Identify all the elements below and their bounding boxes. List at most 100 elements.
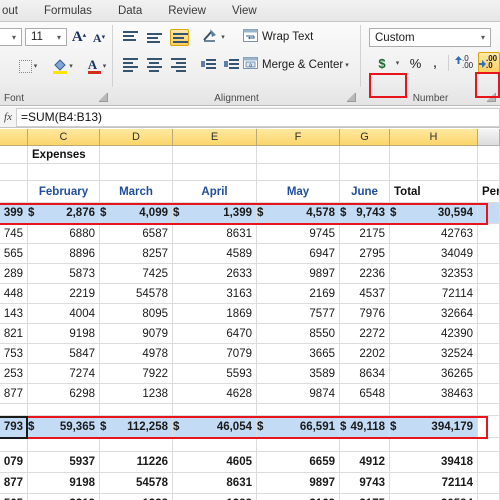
header-march[interactable]: March: [100, 181, 173, 203]
cell-e[interactable]: [173, 146, 257, 164]
cell-h[interactable]: [390, 438, 478, 452]
cell-f[interactable]: [257, 438, 340, 452]
cell-b[interactable]: 745: [0, 224, 28, 244]
cell-april[interactable]: 1399: [173, 494, 257, 500]
cell-april[interactable]: 4628: [173, 384, 257, 404]
tab-data[interactable]: Data: [105, 1, 155, 21]
cell-d[interactable]: [100, 164, 173, 181]
cell-june[interactable]: 7976: [340, 304, 390, 324]
increase-indent-button[interactable]: [221, 55, 242, 74]
cell-i[interactable]: [478, 384, 500, 404]
cell-total[interactable]: 42390: [390, 324, 478, 344]
cell-march[interactable]: 1238: [100, 494, 173, 500]
cell-june[interactable]: 2175: [340, 224, 390, 244]
cell-may[interactable]: 9745: [257, 224, 340, 244]
font-dialog-launcher[interactable]: [99, 93, 108, 102]
shrink-font-icon[interactable]: A ▾: [90, 28, 108, 48]
cell-february[interactable]: 2219: [28, 284, 100, 304]
column-header-f[interactable]: F: [257, 129, 340, 146]
borders-button[interactable]: ▾: [13, 56, 43, 76]
accounting-format-dropdown[interactable]: ▾: [391, 53, 402, 73]
cell-total[interactable]: $30,594: [390, 203, 478, 224]
cell-may[interactable]: 7577: [257, 304, 340, 324]
font-name-combo[interactable]: ▾: [0, 28, 22, 46]
font-color-button[interactable]: A ▾: [82, 56, 112, 76]
comma-style-button[interactable]: ,: [426, 53, 444, 73]
total-cell-total[interactable]: $394,179: [390, 416, 478, 438]
header-total[interactable]: Total: [390, 181, 478, 203]
cell-b[interactable]: [0, 164, 28, 181]
cell-b[interactable]: 289: [0, 264, 28, 284]
header-june[interactable]: June: [340, 181, 390, 203]
cell-march[interactable]: 54578: [100, 284, 173, 304]
cell-april[interactable]: 7079: [173, 344, 257, 364]
cell-june[interactable]: 8634: [340, 364, 390, 384]
align-bottom-button[interactable]: [168, 26, 191, 48]
cell-h[interactable]: [390, 403, 478, 416]
total-cell-b[interactable]: 793: [0, 416, 28, 438]
cell-f[interactable]: [257, 164, 340, 181]
column-header-h[interactable]: H: [390, 129, 478, 146]
cell-e[interactable]: [173, 164, 257, 181]
cell-b[interactable]: 821: [0, 324, 28, 344]
cell-april[interactable]: $1,399: [173, 203, 257, 224]
tab-formulas[interactable]: Formulas: [31, 1, 105, 21]
decrease-decimal-button[interactable]: .00 .0: [478, 52, 500, 73]
align-top-button[interactable]: [120, 28, 141, 47]
total-cell-february[interactable]: $59,365: [28, 416, 100, 438]
tab-review[interactable]: Review: [155, 1, 219, 21]
cell-c-expenses-title[interactable]: Expenses: [28, 146, 100, 164]
cell-june[interactable]: 2175: [340, 494, 390, 500]
cell-may[interactable]: $4,578: [257, 203, 340, 224]
cell-g[interactable]: [340, 164, 390, 181]
cell-may[interactable]: 6947: [257, 244, 340, 264]
cell-may[interactable]: 3665: [257, 344, 340, 364]
cell-march[interactable]: 7922: [100, 364, 173, 384]
tab-page-layout[interactable]: out: [0, 1, 31, 21]
header-may[interactable]: May: [257, 181, 340, 203]
alignment-dialog-launcher[interactable]: [347, 93, 356, 102]
cell-april[interactable]: 8631: [173, 224, 257, 244]
cell-february[interactable]: $2,876: [28, 203, 100, 224]
cell-d[interactable]: [100, 438, 173, 452]
cell-may[interactable]: 8550: [257, 324, 340, 344]
cell-april[interactable]: 8631: [173, 473, 257, 494]
cell-june[interactable]: 2795: [340, 244, 390, 264]
cell-b[interactable]: 565: [0, 494, 28, 500]
cell-may[interactable]: 3589: [257, 364, 340, 384]
cell-february[interactable]: 7274: [28, 364, 100, 384]
cell-i[interactable]: [478, 403, 500, 416]
cell-i[interactable]: [478, 494, 500, 500]
cell-b[interactable]: 753: [0, 344, 28, 364]
cell-march[interactable]: 11226: [100, 452, 173, 473]
cell-i[interactable]: [478, 244, 500, 264]
cell-b[interactable]: [0, 438, 28, 452]
cell-may[interactable]: 9897: [257, 473, 340, 494]
cell-june[interactable]: 2236: [340, 264, 390, 284]
cell-june[interactable]: 4537: [340, 284, 390, 304]
cell-b[interactable]: [0, 181, 28, 203]
cell-b[interactable]: 253: [0, 364, 28, 384]
text-orientation-button[interactable]: ▾: [200, 27, 228, 47]
cell-total[interactable]: 32664: [390, 304, 478, 324]
cell-i[interactable]: [478, 324, 500, 344]
cell-total[interactable]: 42763: [390, 224, 478, 244]
cell-total[interactable]: 30594: [390, 494, 478, 500]
align-right-button[interactable]: [168, 55, 189, 74]
cell-i[interactable]: [478, 203, 500, 224]
column-header-e[interactable]: E: [173, 129, 257, 146]
fill-color-button[interactable]: ▾: [48, 56, 78, 76]
header-february[interactable]: February: [28, 181, 100, 203]
cell-i[interactable]: [478, 452, 500, 473]
cell-april[interactable]: 1869: [173, 304, 257, 324]
cell-june[interactable]: 4912: [340, 452, 390, 473]
formula-input[interactable]: =SUM(B4:B13): [16, 107, 500, 127]
cell-i[interactable]: [478, 224, 500, 244]
cell-total[interactable]: 39418: [390, 452, 478, 473]
cell-h[interactable]: [390, 164, 478, 181]
cell-may[interactable]: 2169: [257, 494, 340, 500]
cell-b[interactable]: 079: [0, 452, 28, 473]
cell-i[interactable]: [478, 164, 500, 181]
cell-february[interactable]: 9198: [28, 324, 100, 344]
cell-b[interactable]: 877: [0, 473, 28, 494]
